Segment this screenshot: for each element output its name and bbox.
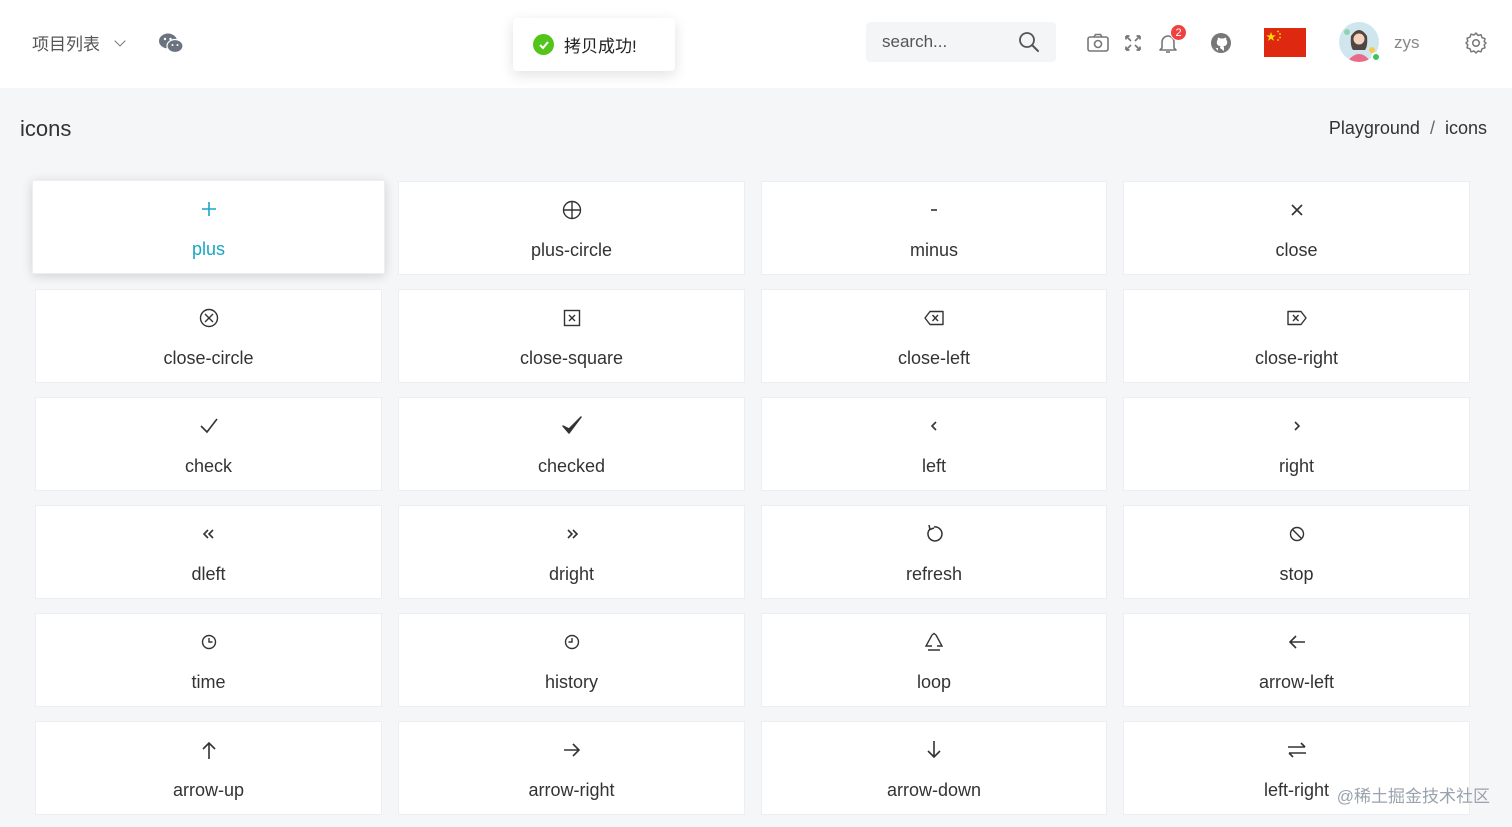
- close-right-icon: [1286, 307, 1308, 329]
- github-icon[interactable]: [1209, 31, 1233, 55]
- chevron-down-icon: [114, 34, 126, 47]
- plus-circle-icon: [561, 199, 583, 221]
- icon-card-close-left[interactable]: close-left: [761, 289, 1107, 383]
- icon-card-arrow-down[interactable]: arrow-down: [761, 721, 1107, 815]
- breadcrumb-current: icons: [1444, 118, 1487, 138]
- icon-card-arrow-up[interactable]: arrow-up: [35, 721, 382, 815]
- icon-card-arrow-right[interactable]: arrow-right: [398, 721, 745, 815]
- chevron-right-icon: [1286, 415, 1308, 437]
- breadcrumb: Playground / icons: [1329, 118, 1487, 139]
- icon-card-label: dleft: [191, 564, 226, 584]
- icon-card-loop[interactable]: loop: [761, 613, 1107, 707]
- icon-card-label: stop: [1279, 564, 1314, 584]
- refresh-icon: [923, 523, 945, 545]
- checked-icon: [561, 415, 583, 437]
- fullscreen-icon[interactable]: [1121, 31, 1145, 55]
- icon-card-minus[interactable]: minus: [761, 181, 1107, 275]
- username[interactable]: zys: [1394, 33, 1420, 53]
- wechat-icon[interactable]: [158, 31, 184, 55]
- success-check-icon: [533, 34, 554, 55]
- icon-card-arrow-left[interactable]: arrow-left: [1123, 613, 1470, 707]
- icon-card-left[interactable]: left: [761, 397, 1107, 491]
- toast-message: 拷贝成功!: [564, 37, 637, 56]
- close-circle-icon: [198, 307, 220, 329]
- icon-card-label: plus-circle: [530, 240, 613, 260]
- stop-icon: [1286, 523, 1308, 545]
- page-title: icons: [20, 116, 72, 141]
- search-input[interactable]: [882, 30, 1012, 54]
- watermark: @稀土掘金技术社区: [1336, 787, 1490, 806]
- camera-icon[interactable]: [1086, 31, 1110, 55]
- icon-card-label: minus: [909, 240, 958, 260]
- copy-success-toast: 拷贝成功!: [513, 18, 675, 71]
- icon-card-dright[interactable]: dright: [398, 505, 745, 599]
- project-list-dropdown[interactable]: 项目列表: [32, 30, 126, 55]
- chevron-left-icon: [923, 415, 945, 437]
- breadcrumb-playground[interactable]: Playground: [1329, 118, 1420, 139]
- icon-card-label: left: [921, 456, 946, 476]
- icon-card-label: close-right: [1254, 348, 1339, 368]
- check-icon: [198, 415, 220, 437]
- icon-card-dleft[interactable]: dleft: [35, 505, 382, 599]
- icon-card-label: checked: [537, 456, 606, 476]
- icon-card-plus-circle[interactable]: plus-circle: [398, 181, 745, 275]
- icon-card-label: close: [1275, 240, 1318, 260]
- icon-card-label: close-left: [897, 348, 971, 368]
- icon-card-label: close-circle: [163, 348, 254, 368]
- icon-card-label: check: [184, 456, 233, 476]
- settings-gear-icon[interactable]: [1464, 31, 1488, 55]
- arrow-down-icon: [923, 739, 945, 761]
- china-flag-icon[interactable]: [1264, 28, 1306, 57]
- icon-card-history[interactable]: history: [398, 613, 745, 707]
- icon-card-label: arrow-left: [1258, 672, 1334, 692]
- search-icon[interactable]: [1018, 31, 1040, 53]
- icon-card-close-square[interactable]: close-square: [398, 289, 745, 383]
- plus-icon: [198, 198, 220, 220]
- icon-card-label: time: [191, 672, 226, 692]
- icon-card-close[interactable]: close: [1123, 181, 1470, 275]
- icon-card-checked[interactable]: checked: [398, 397, 745, 491]
- double-right-icon: [561, 523, 583, 545]
- icon-card-label: dright: [548, 564, 595, 584]
- left-right-icon: [1286, 739, 1308, 761]
- close-left-icon: [923, 307, 945, 329]
- icon-card-close-right[interactable]: close-right: [1123, 289, 1470, 383]
- icon-card-label: arrow-right: [528, 780, 615, 800]
- breadcrumb-separator: /: [1429, 118, 1435, 138]
- minus-icon: [923, 199, 945, 221]
- icon-card-label: close-square: [519, 348, 624, 368]
- history-icon: [561, 631, 583, 653]
- notification-badge: 2: [1170, 24, 1187, 41]
- arrow-up-icon: [198, 739, 220, 761]
- arrow-left-icon: [1286, 631, 1308, 653]
- icon-card-label: plus: [191, 239, 226, 259]
- icon-card-close-circle[interactable]: close-circle: [35, 289, 382, 383]
- icon-card-label: arrow-down: [886, 780, 982, 800]
- icon-card-refresh[interactable]: refresh: [761, 505, 1107, 599]
- icon-card-time[interactable]: time: [35, 613, 382, 707]
- online-status-dot: [1371, 52, 1381, 62]
- icon-card-stop[interactable]: stop: [1123, 505, 1470, 599]
- arrow-right-icon: [561, 739, 583, 761]
- icon-card-label: arrow-up: [172, 780, 245, 800]
- icon-card-plus[interactable]: plus: [32, 180, 385, 274]
- icon-card-label: loop: [916, 672, 952, 692]
- icon-card-label: refresh: [905, 564, 963, 584]
- icon-card-right[interactable]: right: [1123, 397, 1470, 491]
- icon-card-label: right: [1278, 456, 1314, 476]
- icon-card-label: history: [544, 672, 598, 692]
- close-square-icon: [561, 307, 583, 329]
- icon-grid: plus plus-circle minus close close-circl…: [32, 180, 1472, 815]
- project-list-label: 项目列表: [32, 35, 100, 54]
- clock-icon: [198, 631, 220, 653]
- search-box: [866, 22, 1056, 62]
- loop-icon: [923, 631, 945, 653]
- icon-card-check[interactable]: check: [35, 397, 382, 491]
- double-left-icon: [198, 523, 220, 545]
- close-icon: [1286, 199, 1308, 221]
- top-header: 项目列表 2: [0, 0, 1512, 88]
